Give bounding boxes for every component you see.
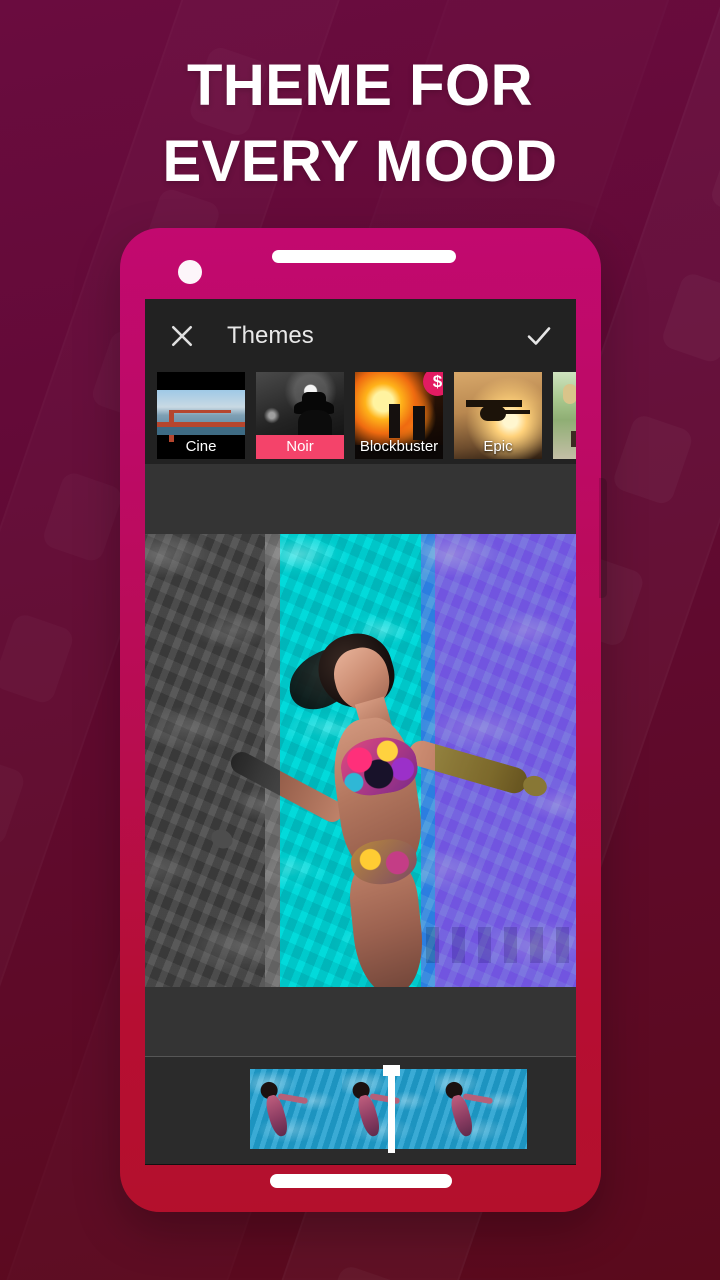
- headline-line-1: THEME FOR: [186, 53, 534, 118]
- phone-side-button[interactable]: [599, 478, 607, 598]
- promo-headline: THEME FOR EVERY MOOD: [0, 48, 720, 200]
- earpiece-speaker: [272, 250, 456, 263]
- headline-line-2: EVERY MOOD: [162, 129, 558, 194]
- theme-label: Cine: [185, 438, 217, 455]
- theme-label: Noir: [256, 435, 344, 459]
- screen-bottom-edge: [145, 1164, 576, 1165]
- theme-card-noir[interactable]: Noir: [256, 372, 344, 459]
- timeline[interactable]: [145, 1056, 576, 1164]
- swimmer-subject: [208, 625, 550, 987]
- theme-card-blockbuster[interactable]: $ Blockbuster: [355, 372, 443, 459]
- theme-label: 70s: [553, 435, 576, 459]
- page-title: Themes: [227, 321, 314, 349]
- close-x-icon[interactable]: [167, 321, 197, 351]
- front-camera-icon: [178, 260, 202, 284]
- timeline-playhead[interactable]: [383, 1065, 400, 1153]
- preview-spacer-top: [145, 464, 576, 534]
- theme-label: Epic: [483, 438, 513, 455]
- home-indicator-bar: [270, 1174, 452, 1188]
- theme-thumbnail-cine: [157, 390, 245, 442]
- timeline-clip-thumbnail[interactable]: [434, 1069, 527, 1149]
- theme-card-cine[interactable]: Cine: [157, 372, 245, 459]
- promo-banner: THEME FOR EVERY MOOD Themes Cine Noir $ …: [0, 0, 720, 1280]
- theme-carousel[interactable]: Cine Noir $ Blockbuster Epic: [145, 372, 576, 464]
- check-icon[interactable]: [524, 321, 554, 351]
- theme-label: Blockbuster: [359, 438, 439, 455]
- theme-card-70s[interactable]: 70s: [553, 372, 576, 459]
- theme-card-epic[interactable]: Epic: [454, 372, 542, 459]
- phone-screen: Themes Cine Noir $ Blockbuster Epic: [145, 299, 576, 1165]
- timeline-clip-thumbnail[interactable]: [250, 1069, 343, 1149]
- app-bar: Themes: [145, 299, 576, 372]
- preview-spacer-bottom: [145, 987, 576, 1056]
- video-preview[interactable]: [145, 534, 576, 987]
- phone-mockup: Themes Cine Noir $ Blockbuster Epic: [120, 228, 607, 1212]
